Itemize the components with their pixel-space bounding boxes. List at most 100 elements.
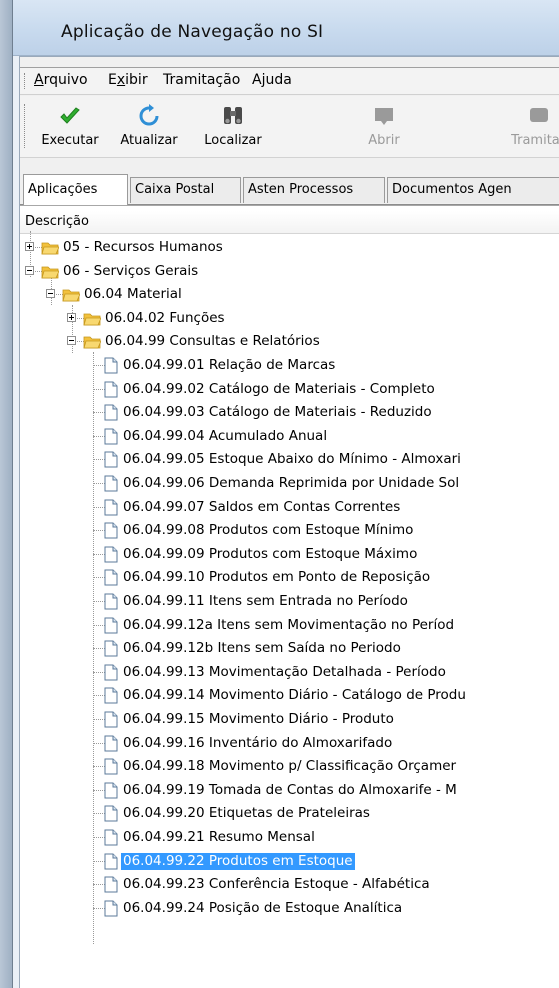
tree-node[interactable]: 06.04.99.09 Produtos com Estoque Máximo — [20, 542, 559, 567]
menu-ajuda[interactable]: Ajuda — [252, 72, 292, 88]
tree-node-label: 06.04.99.05 Estoque Abaixo do Mínimo - A… — [123, 451, 461, 468]
tree-node-label: 06.04 Material — [84, 286, 182, 303]
tree-node[interactable]: 06.04.99.20 Etiquetas de Prateleiras — [20, 801, 559, 826]
menu-tramitacao[interactable]: Tramitação — [163, 72, 240, 88]
tree-node-label: 06.04.99.21 Resumo Mensal — [123, 829, 315, 845]
expand-plus-icon[interactable] — [25, 242, 34, 251]
menu-arquivo[interactable]: Arquivo — [34, 72, 88, 88]
folder-icon — [41, 266, 59, 278]
checkmark-icon — [60, 107, 80, 124]
tree-node[interactable]: 06.04.99 Consultas e Relatórios — [20, 329, 559, 354]
tree-node-label: 06.04.99.10 Produtos em Ponto de Reposiç… — [123, 569, 431, 586]
tree-node-label: 06.04.99.22 Produtos em Estoque — [121, 852, 355, 870]
tree-node-label: 06.04.99.12b Itens sem Saída no Periodo — [123, 640, 401, 657]
tree-node[interactable]: 06.04.99.06 Demanda Reprimida por Unidad… — [20, 471, 559, 496]
tree-node-label: 06.04.99.24 Posição de Estoque Analítica — [123, 899, 403, 916]
tree-node[interactable]: 06.04.99.12b Itens sem Saída no Periodo — [20, 636, 559, 661]
localizar-button[interactable]: Localizar — [194, 102, 272, 154]
toolbar-grip-handle[interactable] — [24, 104, 28, 148]
tree-node[interactable]: 06 - Serviços Gerais — [20, 259, 559, 284]
executar-button[interactable]: Executar — [36, 102, 104, 154]
tree-node[interactable]: 06.04.99.02 Catálogo de Materiais - Comp… — [20, 377, 559, 402]
desktop-edge — [0, 0, 12, 988]
tree-node[interactable]: 06.04.99.19 Tomada de Contas do Almoxari… — [20, 778, 559, 803]
tree-node-label: 06.04.99.12a Itens sem Movimentação no P… — [123, 616, 455, 633]
document-icon — [104, 735, 118, 752]
menu-grip-handle[interactable] — [24, 73, 28, 89]
tab-aplicacoes[interactable]: Aplicações — [23, 174, 128, 205]
menu-exibir[interactable]: Exibir — [108, 72, 148, 88]
document-icon — [104, 357, 118, 374]
tree-node[interactable]: 06.04.99.18 Movimento p/ Classificação O… — [20, 754, 559, 779]
column-header-descricao[interactable]: Descrição — [20, 211, 559, 234]
document-icon — [104, 782, 118, 799]
tree-node[interactable]: 06.04.99.01 Relação de Marcas — [20, 353, 559, 378]
document-icon — [104, 593, 118, 610]
tree-node-label: 06.04.99 Consultas e Relatórios — [105, 333, 320, 350]
tree-node-label: 06.04.99.01 Relação de Marcas — [123, 357, 336, 373]
tree-node-label: 06.04.99.04 Acumulado Anual — [123, 427, 328, 444]
document-icon — [104, 805, 118, 822]
tab-documentos-agen[interactable]: Documentos Agen — [387, 177, 559, 203]
tree-node[interactable]: 06.04.99.11 Itens sem Entrada no Período — [20, 589, 559, 614]
toolbar: Executar Atualizar Localizar Abrir Trami… — [20, 96, 559, 158]
document-icon — [104, 829, 118, 846]
tab-strip: Aplicações Caixa Postal Asten Processos … — [20, 174, 559, 205]
tree-node-label: 06.04.99.23 Conferência Estoque - Alfabé… — [123, 876, 430, 893]
expand-plus-icon[interactable] — [67, 312, 76, 322]
tree-node[interactable]: 06.04.99.23 Conferência Estoque - Alfabé… — [20, 872, 559, 897]
tree-node[interactable]: 06.04.99.16 Inventário do Almoxarifado — [20, 731, 559, 756]
tree-node[interactable]: 06.04.99.05 Estoque Abaixo do Mínimo - A… — [20, 447, 559, 472]
tree-node[interactable]: 06.04.99.12a Itens sem Movimentação no P… — [20, 613, 559, 638]
menu-bar: Arquivo Exibir Tramitação Ajuda — [20, 67, 559, 95]
document-icon — [104, 404, 118, 421]
tramitacao-button[interactable]: Tramitaç — [504, 102, 559, 154]
atualizar-button[interactable]: Atualizar — [114, 102, 184, 154]
document-icon — [104, 758, 118, 775]
tree-node[interactable]: 06.04.99.04 Acumulado Anual — [20, 424, 559, 449]
tab-caixa-postal[interactable]: Caixa Postal — [130, 177, 241, 203]
document-icon — [104, 640, 118, 657]
tree-node[interactable]: 06.04.99.08 Produtos com Estoque Mínimo — [20, 518, 559, 543]
tree-node[interactable]: 06.04 Material — [20, 282, 559, 307]
tree-node-label: 06.04.99.13 Movimentação Detalhada - Per… — [123, 663, 446, 680]
tree-node[interactable]: 06.04.99.14 Movimento Diário - Catálogo … — [20, 683, 559, 708]
tree-node[interactable]: 06.04.99.07 Saldos em Contas Correntes — [20, 495, 559, 520]
tree-node[interactable]: 06.04.02 Funções — [20, 306, 559, 331]
client-area: Arquivo Exibir Tramitação Ajuda Executar… — [19, 56, 559, 988]
tree-node-label: 06.04.99.15 Movimento Diário - Produto — [123, 711, 394, 727]
document-icon — [104, 475, 118, 492]
abrir-button[interactable]: Abrir — [358, 102, 410, 154]
document-icon — [104, 711, 118, 728]
tree-node-label: 06.04.99.09 Produtos com Estoque Máximo — [123, 545, 418, 562]
tree-node[interactable]: 06.04.99.24 Posição de Estoque Analítica — [20, 896, 559, 921]
tree-node[interactable]: 06.04.99.13 Movimentação Detalhada - Per… — [20, 660, 559, 685]
collapse-minus-icon[interactable] — [46, 289, 55, 299]
refresh-icon — [139, 104, 159, 126]
document-icon — [104, 664, 118, 681]
tree-node[interactable]: 06.04.99.15 Movimento Diário - Produto — [20, 707, 559, 732]
document-icon — [104, 687, 118, 704]
document-icon — [104, 522, 118, 539]
app-window: Aplicação de Navegação no SI Arquivo Exi… — [12, 0, 559, 988]
tree-node[interactable]: 06.04.99.03 Catálogo de Materiais - Redu… — [20, 400, 559, 425]
title-bar[interactable]: Aplicação de Navegação no SI — [13, 0, 559, 56]
tab-asten-processos[interactable]: Asten Processos — [243, 177, 385, 203]
tree-node-label: 06.04.99.19 Tomada de Contas do Almoxari… — [123, 781, 457, 798]
folder-icon — [83, 313, 101, 326]
tree-node[interactable]: 06.04.99.22 Produtos em Estoque — [20, 849, 559, 874]
document-icon — [104, 569, 118, 586]
collapse-minus-icon[interactable] — [67, 336, 76, 346]
tree-node-label: 06.04.99.16 Inventário do Almoxarifado — [123, 734, 393, 751]
collapse-minus-icon[interactable] — [25, 265, 34, 275]
document-icon — [104, 900, 118, 917]
tree-node-label: 06.04.99.20 Etiquetas de Prateleiras — [123, 805, 370, 822]
folder-icon — [83, 336, 101, 349]
tree-node-label: 06.04.02 Funções — [105, 309, 225, 326]
tree-node-label: 05 - Recursos Humanos — [63, 239, 223, 255]
tree-node-label: 06.04.99.06 Demanda Reprimida por Unidad… — [123, 475, 460, 491]
tree-node[interactable]: 06.04.99.21 Resumo Mensal — [20, 825, 559, 850]
document-icon — [104, 381, 118, 398]
tree-node[interactable]: 05 - Recursos Humanos — [20, 235, 559, 260]
tree-node[interactable]: 06.04.99.10 Produtos em Ponto de Reposiç… — [20, 565, 559, 590]
